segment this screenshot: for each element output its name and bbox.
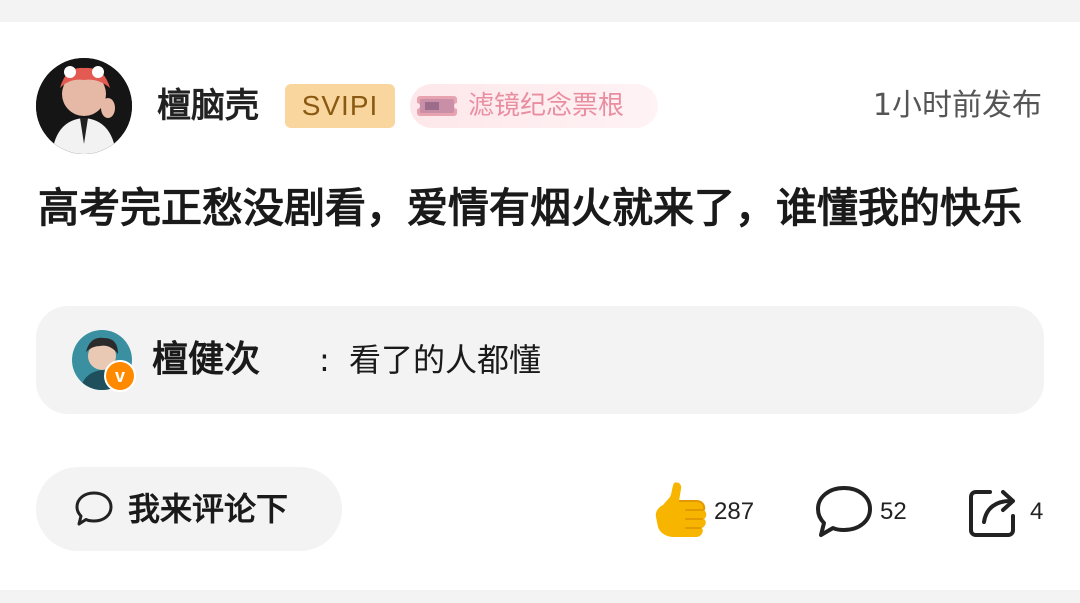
share-button[interactable]: 4	[966, 477, 1046, 547]
thumbs-up-icon	[655, 482, 707, 537]
author-avatar[interactable]	[36, 58, 132, 154]
speech-bubble-icon	[816, 486, 872, 537]
ticket-icon	[416, 96, 458, 116]
commenter-name[interactable]: 檀健次	[152, 334, 260, 386]
comment-text: 看了的人都懂	[349, 341, 542, 379]
comment-separator: :	[319, 341, 330, 379]
commenter-avatar[interactable]: v	[72, 330, 136, 392]
share-count: 4	[1030, 498, 1044, 525]
post-time: 1小时前发布	[872, 88, 1042, 123]
verified-badge-icon: v	[104, 360, 136, 392]
comment-button[interactable]: 52	[814, 477, 914, 547]
ticket-stub-badge[interactable]: 滤镜纪念票根	[410, 84, 658, 128]
write-comment-button[interactable]: 我来评论下	[36, 467, 342, 551]
top-comment[interactable]: v 檀健次 : 看了的人都懂	[36, 306, 1044, 414]
like-count: 287	[714, 498, 755, 525]
author-name[interactable]: 檀脑壳	[157, 82, 259, 130]
author-avatar-image	[36, 58, 132, 154]
svip-badge[interactable]: SVIPI	[285, 84, 395, 128]
post-card[interactable]: 檀脑壳 SVIPI 滤镜纪念票根 1小时前发布 高考完正愁没剧看，爱情有烟火就来…	[0, 22, 1080, 590]
comment-bubble-icon	[75, 491, 113, 526]
post-text[interactable]: 高考完正愁没剧看，爱情有烟火就来了，谁懂我的快乐	[38, 182, 1048, 234]
write-comment-label: 我来评论下	[128, 490, 289, 528]
ticket-stub-label: 滤镜纪念票根	[468, 91, 625, 121]
comment-count: 52	[880, 498, 907, 525]
share-icon	[969, 490, 1015, 537]
like-button[interactable]: 287	[650, 477, 770, 547]
